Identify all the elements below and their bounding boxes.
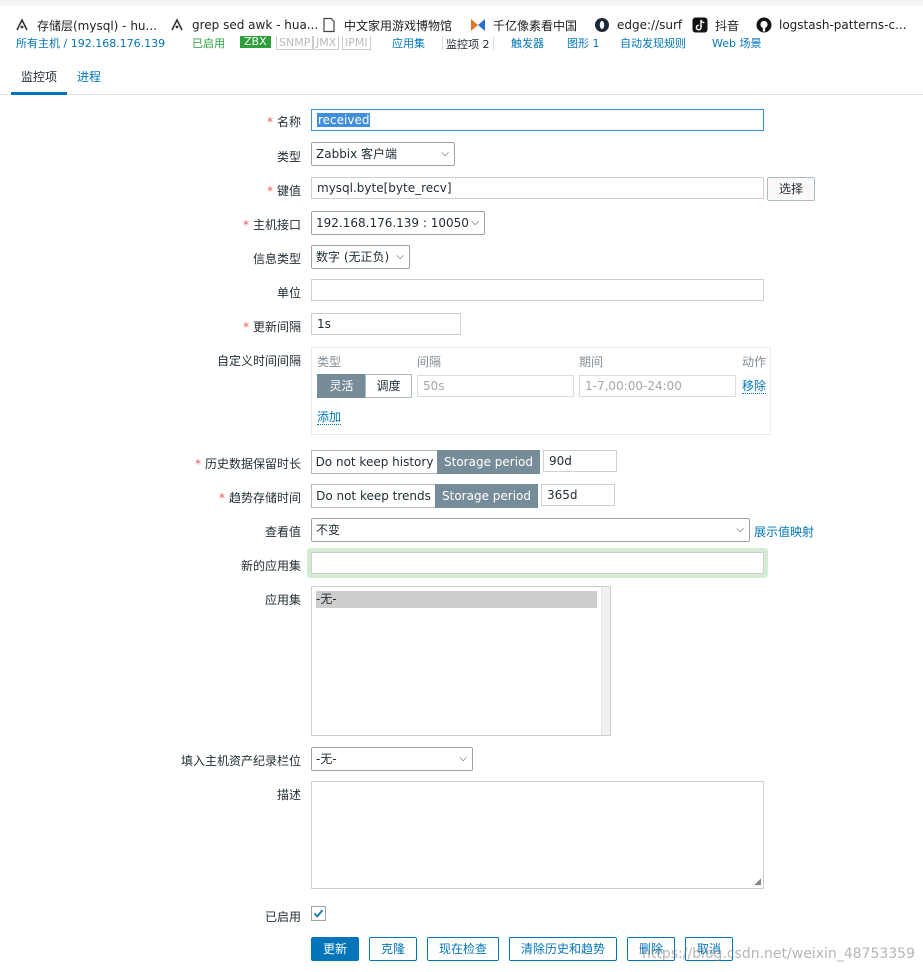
breadcrumb-web[interactable]: Web 场景	[712, 36, 761, 50]
snmp-badge: SNMP	[276, 36, 314, 50]
breadcrumb-discovery[interactable]: 自动发现规则	[620, 36, 686, 50]
type-label: 类型	[276, 150, 301, 164]
update-interval-input[interactable]: 1s	[311, 313, 461, 335]
description-label: 描述	[276, 788, 301, 802]
clone-button[interactable]: 克隆	[369, 937, 417, 961]
jmx-badge: JMX	[313, 36, 340, 50]
no-trends-toggle[interactable]: Do not keep trends	[311, 484, 436, 508]
type-select[interactable]: Zabbix 客户端 ⌵	[311, 142, 455, 166]
units-label: 单位	[276, 286, 301, 300]
bookmark-label: edge://surf	[617, 18, 683, 32]
edge-icon	[594, 17, 610, 33]
description-textarea[interactable]: ◢	[311, 781, 764, 889]
period-input[interactable]: 1-7,00:00-24:00	[579, 375, 736, 397]
list-item[interactable]: -无-	[316, 591, 597, 608]
scrollbar[interactable]	[601, 587, 610, 735]
update-button[interactable]: 更新	[311, 937, 359, 961]
bookmark-item[interactable]: logstash-patterns-c...	[756, 16, 907, 34]
bookmark-item[interactable]: 存储层(mysql) - hu...	[14, 16, 157, 34]
active-tab-indicator	[11, 92, 67, 95]
bookmark-item[interactable]: 中文家用游戏博物馆	[321, 16, 452, 34]
chevron-down-icon: ⌵	[471, 217, 479, 228]
inventory-select[interactable]: -无- ⌵	[311, 747, 473, 771]
period-header: 期间	[579, 355, 604, 369]
new-application-label: 新的应用集	[240, 559, 301, 573]
bookmark-label: 千亿像素看中国	[493, 18, 578, 33]
chevron-down-icon: ⌵	[396, 251, 404, 262]
trends-input[interactable]: 365d	[541, 484, 615, 506]
trends-storage-period-toggle[interactable]: Storage period	[435, 484, 538, 508]
breadcrumb-apps[interactable]: 应用集	[392, 36, 425, 50]
history-label: * 历史数据保留时长	[194, 457, 301, 471]
remove-interval-link[interactable]: 移除	[742, 379, 767, 394]
ipmi-badge: IPMI	[342, 36, 371, 50]
history-input[interactable]: 90d	[543, 450, 617, 472]
chevron-down-icon: ⌵	[459, 753, 467, 764]
value-mapping-link[interactable]: 展示值映射	[754, 523, 814, 540]
chevron-down-icon: ⌵	[736, 524, 744, 535]
bookmark-label: grep sed awk - hua...	[192, 18, 319, 32]
no-history-toggle[interactable]: Do not keep history	[311, 450, 438, 474]
enabled-label: 已启用	[264, 910, 301, 924]
tiktok-icon	[692, 17, 708, 33]
name-label: * 名称	[266, 115, 301, 129]
show-value-label: 查看值	[264, 525, 301, 539]
key-input[interactable]: mysql.byte[byte_recv]	[311, 177, 764, 199]
new-application-input[interactable]	[311, 552, 764, 574]
resize-handle-icon[interactable]: ◢	[754, 877, 761, 887]
applications-label: 应用集	[264, 593, 301, 607]
bookmark-item[interactable]: edge://surf	[594, 16, 682, 34]
ai-icon	[169, 17, 185, 33]
key-label: * 键值	[266, 184, 301, 198]
tab-process[interactable]: 进程	[77, 68, 101, 85]
interval-input[interactable]: 50s	[417, 375, 574, 397]
flexible-toggle[interactable]: 灵活	[317, 374, 366, 398]
bookmark-item[interactable]: 抖音	[692, 16, 739, 34]
bookmark-label: 存储层(mysql) - hu...	[37, 18, 157, 33]
ai-icon	[14, 17, 30, 33]
host-status: 已启用	[192, 37, 225, 50]
bowtie-icon	[470, 17, 486, 33]
tab-bar: 监控项 进程	[0, 52, 923, 95]
bookmark-label: 抖音	[715, 18, 740, 33]
breadcrumb: 所有主机 / 192.168.176.139 已启用 ZBX SNMP JMX …	[0, 36, 923, 50]
scheduling-toggle[interactable]: 调度	[365, 374, 412, 398]
units-input[interactable]	[311, 279, 764, 301]
update-interval-label: * 更新间隔	[242, 320, 301, 334]
bookmark-label: 中文家用游戏博物馆	[344, 18, 453, 33]
watermark: https://blog.csdn.net/weixin_48753359	[641, 946, 915, 962]
breadcrumb-host[interactable]: 所有主机 / 192.168.176.139	[16, 36, 165, 50]
interval-header: 间隔	[417, 355, 442, 369]
inventory-label: 填入主机资产纪录栏位	[180, 754, 301, 768]
trends-label: * 趋势存储时间	[218, 491, 301, 505]
select-key-button[interactable]: 选择	[767, 177, 815, 201]
applications-listbox[interactable]: -无-	[311, 586, 611, 736]
breadcrumb-items[interactable]: 监控项 2	[442, 36, 494, 50]
add-interval-link[interactable]: 添加	[317, 410, 342, 425]
chevron-down-icon: ⌵	[441, 148, 449, 159]
show-value-select[interactable]: 不变 ⌵	[311, 518, 750, 542]
document-icon	[321, 17, 337, 33]
custom-intervals-label: 自定义时间间隔	[216, 354, 301, 368]
checkmark-icon	[313, 909, 324, 918]
enabled-checkbox[interactable]	[311, 906, 326, 921]
bookmark-item[interactable]: grep sed awk - hua...	[169, 16, 318, 34]
bookmark-label: logstash-patterns-c...	[779, 18, 907, 32]
check-now-button[interactable]: 现在检查	[427, 937, 499, 961]
zbx-badge: ZBX	[240, 36, 271, 48]
interface-label: * 主机接口	[242, 218, 301, 232]
info-type-select[interactable]: 数字 (无正负) ⌵	[311, 245, 410, 269]
name-input[interactable]: received	[311, 109, 764, 131]
interval-type-header: 类型	[317, 355, 342, 369]
action-header: 动作	[742, 355, 767, 369]
interface-select[interactable]: 192.168.176.139 : 10050 ⌵	[311, 211, 485, 235]
breadcrumb-triggers[interactable]: 触发器	[511, 36, 544, 50]
clear-history-button[interactable]: 清除历史和趋势	[509, 937, 617, 961]
bookmark-item[interactable]: 千亿像素看中国	[470, 16, 577, 34]
tab-item[interactable]: 监控项	[21, 68, 57, 85]
info-type-label: 信息类型	[252, 252, 301, 266]
breadcrumb-graphs[interactable]: 图形 1	[567, 36, 600, 50]
history-storage-period-toggle[interactable]: Storage period	[437, 450, 540, 474]
github-icon	[756, 17, 772, 33]
